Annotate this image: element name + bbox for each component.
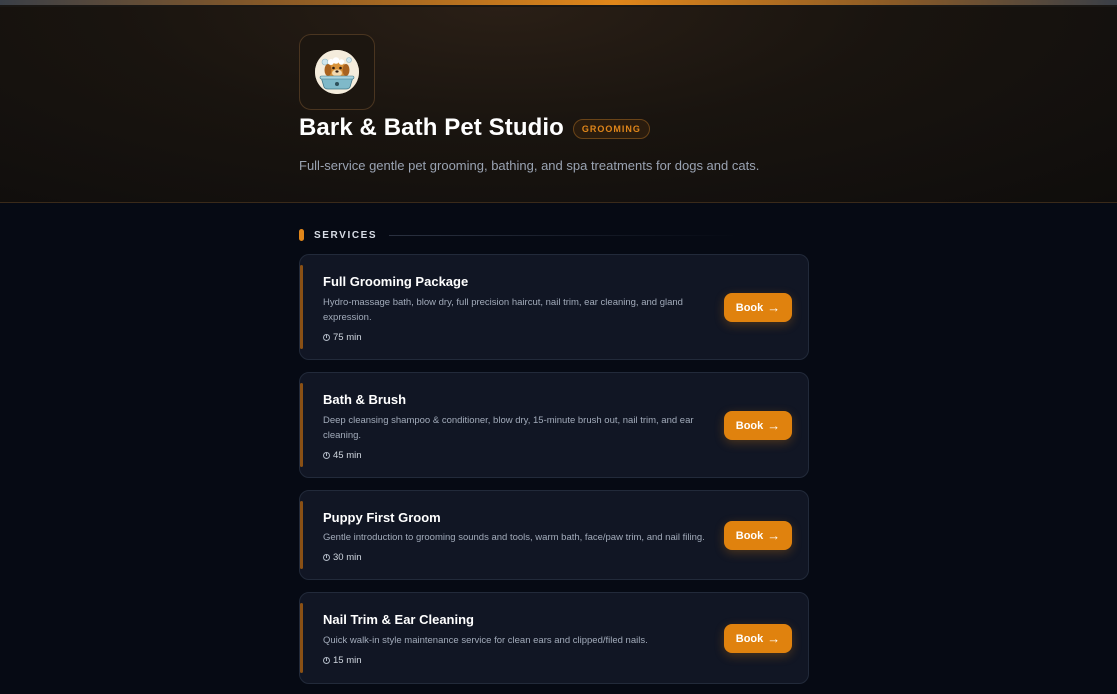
arrow-right-icon: → [767, 528, 781, 543]
section-divider [389, 234, 739, 236]
section-marker-icon [299, 229, 304, 241]
service-card: Bath & Brush Deep cleansing shampoo & co… [299, 372, 809, 478]
business-header: Bark & Bath Pet Studio GROOMING Full-ser… [0, 7, 1117, 203]
book-button[interactable]: Book → [724, 293, 792, 322]
business-name: Bark & Bath Pet Studio [299, 114, 564, 141]
title-row: Bark & Bath Pet Studio GROOMING [299, 114, 650, 142]
book-button[interactable]: Book → [724, 521, 792, 550]
service-duration: 15 min [323, 655, 362, 666]
service-name: Nail Trim & Ear Cleaning [323, 612, 474, 627]
service-card: Full Grooming Package Hydro-massage bath… [299, 254, 809, 360]
service-name: Bath & Brush [323, 392, 407, 407]
clock-icon [323, 554, 330, 561]
book-button-label: Book [735, 419, 764, 432]
service-description: Deep cleansing shampoo & conditioner, bl… [323, 415, 694, 441]
card-accent-bar [300, 501, 303, 569]
service-duration: 45 min [323, 450, 362, 461]
service-duration-text: 45 min [333, 450, 362, 461]
book-button-label: Book [735, 301, 764, 314]
card-accent-bar [300, 603, 303, 673]
clock-icon [323, 452, 330, 459]
service-duration-text: 75 min [333, 332, 362, 343]
business-tagline: Full-service gentle pet grooming, bathin… [299, 158, 760, 173]
dog-in-bathtub-logo-icon [315, 50, 359, 94]
book-button[interactable]: Book → [724, 624, 792, 653]
service-card: Nail Trim & Ear Cleaning Quick walk-in s… [299, 592, 809, 684]
top-accent-bar [0, 0, 1117, 7]
business-logo [299, 34, 375, 110]
service-description: Hydro-massage bath, blow dry, full preci… [323, 297, 683, 323]
book-button[interactable]: Book → [724, 411, 792, 440]
arrow-right-icon: → [767, 631, 781, 646]
service-name: Puppy First Groom [323, 510, 441, 525]
service-name: Full Grooming Package [323, 274, 469, 289]
service-description: Gentle introduction to grooming sounds a… [323, 532, 705, 543]
service-duration-text: 15 min [333, 655, 362, 666]
card-accent-bar [300, 265, 303, 349]
clock-icon [323, 334, 330, 341]
service-duration-text: 30 min [333, 552, 362, 563]
book-button-label: Book [735, 632, 764, 645]
services-section-header: SERVICES [299, 229, 739, 241]
arrow-right-icon: → [767, 300, 781, 315]
service-duration: 75 min [323, 332, 362, 343]
clock-icon [323, 657, 330, 664]
card-accent-bar [300, 383, 303, 467]
service-card: Puppy First Groom Gentle introduction to… [299, 490, 809, 580]
category-badge: GROOMING [572, 119, 650, 139]
service-duration: 30 min [323, 552, 362, 563]
service-description: Quick walk-in style maintenance service … [323, 635, 648, 646]
arrow-right-icon: → [767, 418, 781, 433]
services-section-title: SERVICES [314, 229, 378, 241]
book-button-label: Book [735, 529, 764, 542]
